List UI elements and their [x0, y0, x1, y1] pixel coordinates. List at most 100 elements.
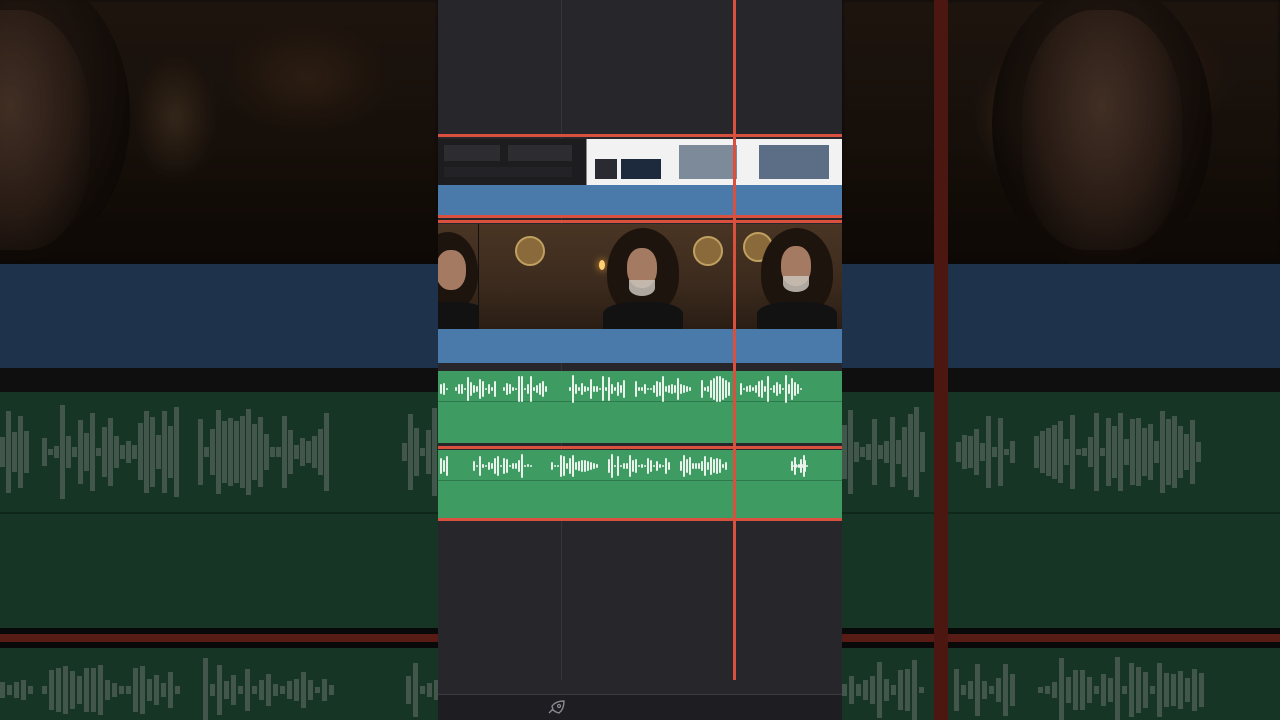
- waveform-bar: [662, 375, 664, 403]
- waveform-bar: [527, 464, 529, 468]
- waveform-bar: [524, 387, 526, 391]
- waveform-bar: [617, 456, 619, 476]
- waveform-bar: [713, 458, 715, 474]
- waveform-bar: [659, 463, 661, 469]
- lamp-light: [598, 260, 605, 270]
- waveform-bar: [713, 377, 715, 401]
- waveform-bar: [707, 461, 709, 471]
- waveform-bar: [446, 387, 448, 391]
- thumbnail-detail: [595, 159, 617, 179]
- waveform-bar: [557, 464, 559, 468]
- waveform-bar: [668, 384, 670, 394]
- waveform-bar: [512, 463, 514, 469]
- waveform-bar: [801, 463, 803, 468]
- waveform-bar: [665, 457, 667, 475]
- waveform-bar: [671, 383, 673, 395]
- waveform-bar: [716, 458, 718, 474]
- waveform-bar: [701, 379, 703, 399]
- background-dim: [842, 0, 1280, 720]
- waveform-bar: [614, 464, 616, 467]
- audio-midline: [438, 480, 842, 481]
- clip-selection-border: [438, 215, 842, 218]
- waveform-bar: [674, 384, 676, 394]
- waveform-bar: [581, 383, 583, 395]
- thumbnail-detail: [444, 145, 500, 161]
- waveform-bar: [575, 462, 577, 470]
- audio-clip-1[interactable]: [438, 371, 842, 443]
- waveform-bar: [503, 387, 505, 391]
- waveform-bar: [677, 378, 679, 400]
- waveform-bar: [575, 384, 577, 394]
- waveform-bar: [578, 386, 580, 392]
- waveform-bar: [716, 375, 718, 403]
- background-left: [0, 0, 438, 720]
- waveform-bar: [455, 386, 457, 392]
- wall-sign: [514, 236, 545, 266]
- waveform-bar: [689, 457, 691, 475]
- person-beard: [628, 280, 655, 296]
- waveform-bar: [584, 460, 586, 472]
- waveform-bar: [443, 460, 445, 472]
- waveform-bar: [776, 382, 778, 396]
- waveform-bar: [485, 464, 487, 468]
- waveform-bar: [509, 464, 511, 468]
- waveform-bar: [743, 387, 745, 391]
- waveform-bar: [578, 461, 580, 471]
- waveform-bar: [521, 454, 523, 478]
- waveform-bar: [794, 382, 796, 396]
- waveform-bar: [638, 464, 640, 467]
- waveform-bar: [503, 458, 505, 474]
- waveform-bar: [611, 384, 613, 394]
- waveform-bar: [644, 384, 646, 394]
- person-shirt: [602, 302, 683, 329]
- waveform-bar: [668, 462, 670, 470]
- video-track-bar[interactable]: [438, 329, 842, 363]
- waveform-bar: [623, 379, 625, 399]
- waveform-bar: [782, 387, 784, 391]
- waveform-bar: [485, 387, 487, 391]
- waveform-bar: [722, 377, 724, 401]
- waveform-bar: [626, 462, 628, 470]
- waveform-bar: [593, 385, 595, 393]
- screen-recording-clip[interactable]: [438, 139, 842, 185]
- audio-clip-2[interactable]: [438, 450, 842, 518]
- waveform-bar: [602, 376, 604, 402]
- waveform-bar: [632, 460, 634, 472]
- waveform-bar: [470, 382, 472, 396]
- waveform-bar: [623, 463, 625, 469]
- video-track-bar[interactable]: [438, 185, 842, 215]
- clip-selection-border: [438, 518, 842, 521]
- waveform-bar: [755, 385, 757, 393]
- waveform-bar: [536, 384, 538, 394]
- waveform-bar: [798, 464, 800, 468]
- timeline-panel[interactable]: [438, 0, 842, 720]
- waveform-bar: [464, 387, 466, 391]
- waveform-bar: [599, 387, 601, 391]
- person-shirt: [438, 302, 478, 329]
- waveform-bar: [524, 464, 526, 468]
- waveform-bar: [539, 383, 541, 395]
- waveform-bar: [518, 460, 520, 472]
- waveform-bar: [473, 460, 475, 472]
- waveform-bar: [479, 379, 481, 399]
- waveform-bar: [569, 387, 571, 391]
- waveform-bar: [563, 455, 565, 477]
- rocket-icon[interactable]: [546, 700, 566, 716]
- playhead[interactable]: [733, 0, 736, 680]
- waveform-bar: [515, 463, 517, 469]
- waveform-bar: [683, 455, 685, 477]
- waveform-bar: [785, 375, 787, 403]
- person-shirt: [756, 302, 837, 329]
- waveform-bar: [779, 384, 781, 394]
- toolbar-separator: [438, 694, 842, 695]
- waveform-bar: [512, 387, 514, 391]
- waveform-bar: [641, 386, 643, 392]
- clip-selection-border: [438, 446, 842, 449]
- waveform-bar: [593, 463, 595, 469]
- talking-head-clip[interactable]: [438, 224, 842, 329]
- waveform-bar: [614, 386, 616, 392]
- waveform-bar: [791, 377, 793, 401]
- waveform-bar: [515, 387, 517, 391]
- waveform-bar: [804, 460, 806, 472]
- waveform-bar: [797, 384, 799, 394]
